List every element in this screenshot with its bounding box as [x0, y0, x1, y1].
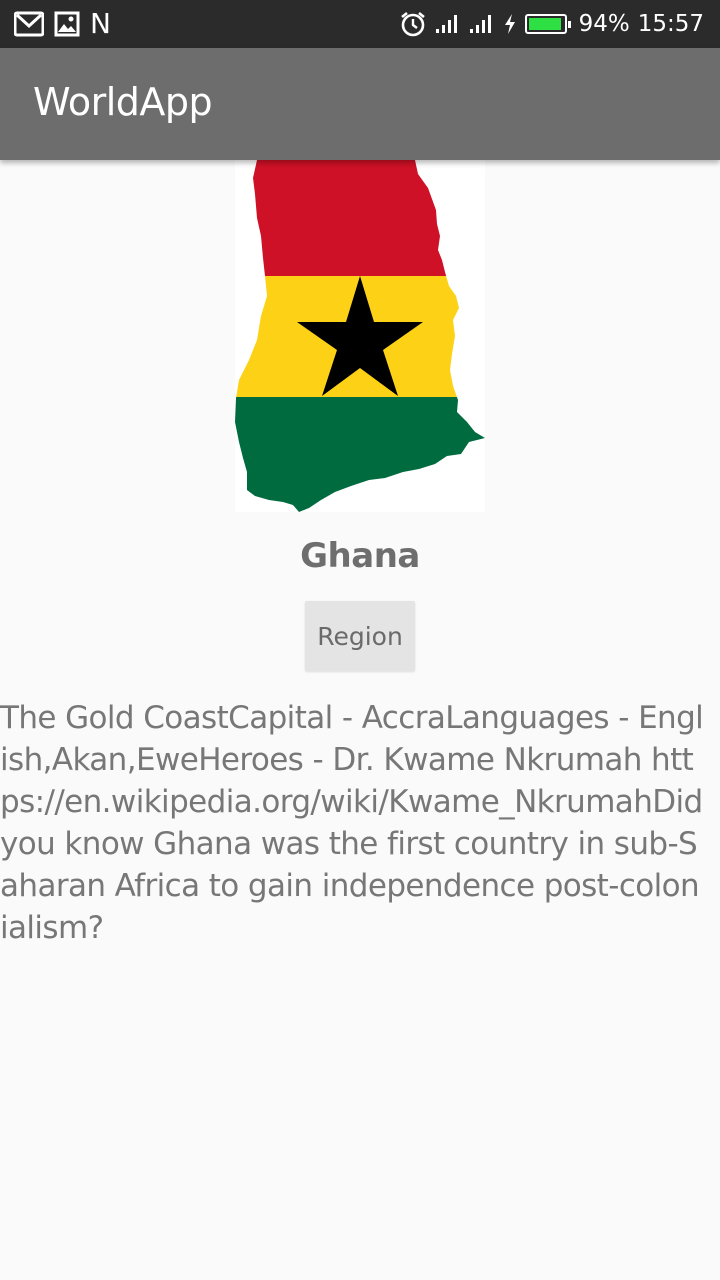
- alarm-icon: [399, 10, 427, 38]
- gmail-icon: [13, 11, 45, 37]
- region-button[interactable]: Region: [305, 601, 415, 671]
- signal-icon: [435, 13, 461, 35]
- country-name: Ghana: [300, 536, 420, 576]
- status-bar: N 94% 15:57: [0, 0, 720, 48]
- clock-time: 15:57: [637, 11, 704, 37]
- gallery-icon: [54, 11, 80, 37]
- n-icon: N: [90, 7, 111, 40]
- flag-green-band: [235, 397, 485, 512]
- country-description: The Gold CoastCapital - AccraLanguages -…: [0, 700, 704, 946]
- notification-icons: N: [13, 7, 111, 40]
- app-bar: WorldApp: [0, 48, 720, 160]
- app-title: WorldApp: [33, 80, 213, 124]
- country-flag-map: [235, 160, 485, 512]
- charging-icon: [503, 13, 517, 35]
- ghana-flag-map-image: [235, 160, 485, 512]
- system-icons: 94% 15:57: [399, 8, 704, 40]
- signal-icon: [469, 13, 495, 35]
- battery-icon: [524, 14, 571, 34]
- battery-percent: 94%: [578, 11, 630, 37]
- flag-red-band: [235, 160, 485, 276]
- battery-level: [528, 18, 561, 30]
